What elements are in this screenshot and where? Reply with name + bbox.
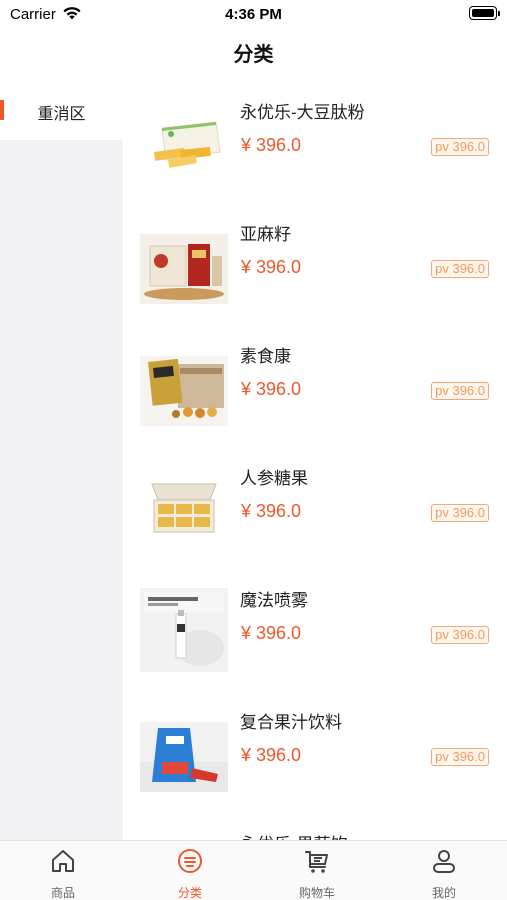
clock: 4:36 PM xyxy=(225,6,282,23)
product-price: ¥ 396.0 xyxy=(241,257,302,277)
pv-badge: pv 396.0 xyxy=(431,260,489,278)
pv-badge: pv 396.0 xyxy=(431,504,489,522)
product-price: ¥ 396.0 xyxy=(241,379,302,399)
tab-mine[interactable]: 我的 xyxy=(381,841,507,900)
product-name: 亚麻籽 xyxy=(240,225,291,244)
product-item[interactable]: 复合果汁饮料 ¥ 396.0 pv 396.0 xyxy=(123,690,507,812)
product-item[interactable]: 素食康 ¥ 396.0 pv 396.0 xyxy=(123,324,507,446)
status-bar: Carrier 4:36 PM xyxy=(0,0,507,28)
product-name: 魔法喷雾 xyxy=(240,591,308,610)
tab-category[interactable]: 分类 xyxy=(127,841,253,900)
product-name: 永优乐-大豆肽粉 xyxy=(240,103,365,122)
battery-icon xyxy=(469,6,500,20)
product-name: 人参糖果 xyxy=(240,469,308,488)
tab-cart[interactable]: 购物车 xyxy=(254,841,380,900)
pv-badge: pv 396.0 xyxy=(431,748,489,766)
product-list[interactable]: 永优乐-大豆肽粉 ¥ 396.0 pv 396.0 亚麻籽 ¥ 396.0 pv… xyxy=(123,80,507,840)
product-image xyxy=(140,478,228,548)
pv-badge: pv 396.0 xyxy=(431,382,489,400)
product-name: 永优乐-果蔬饮 xyxy=(240,830,348,840)
product-image xyxy=(140,588,228,672)
tab-label: 分类 xyxy=(177,886,202,900)
tab-label: 商品 xyxy=(50,886,75,900)
product-item[interactable]: 人参糖果 ¥ 396.0 pv 396.0 xyxy=(123,446,507,568)
sidebar-item-label: 重消区 xyxy=(37,106,86,123)
product-image xyxy=(140,234,228,304)
product-image xyxy=(140,722,228,792)
product-item[interactable]: 魔法喷雾 ¥ 396.0 pv 396.0 xyxy=(123,568,507,690)
product-price: ¥ 396.0 xyxy=(241,501,302,521)
product-item[interactable]: 亚麻籽 ¥ 396.0 pv 396.0 xyxy=(123,202,507,324)
product-name: 素食康 xyxy=(240,347,291,366)
product-image xyxy=(140,112,228,182)
category-sidebar: 重消区 xyxy=(0,80,123,840)
product-image xyxy=(140,356,228,426)
tab-label: 我的 xyxy=(431,886,456,900)
tab-products[interactable]: 商品 xyxy=(0,841,126,900)
pv-badge: pv 396.0 xyxy=(431,626,489,644)
product-price: ¥ 396.0 xyxy=(241,135,302,155)
product-item[interactable]: 永优乐-大豆肽粉 ¥ 396.0 pv 396.0 xyxy=(123,80,507,202)
product-price: ¥ 396.0 xyxy=(241,745,302,765)
tab-bar: 商品 分类 购物车 我的 xyxy=(0,840,507,900)
tab-label: 购物车 xyxy=(298,886,335,900)
pv-badge: pv 396.0 xyxy=(431,138,489,156)
product-item[interactable]: 永优乐-果蔬饮 xyxy=(123,812,507,840)
page-title: 分类 xyxy=(233,44,274,66)
sidebar-item-reconsumption[interactable]: 重消区 xyxy=(0,80,123,140)
product-name: 复合果汁饮料 xyxy=(240,713,342,732)
product-price: ¥ 396.0 xyxy=(241,623,302,643)
